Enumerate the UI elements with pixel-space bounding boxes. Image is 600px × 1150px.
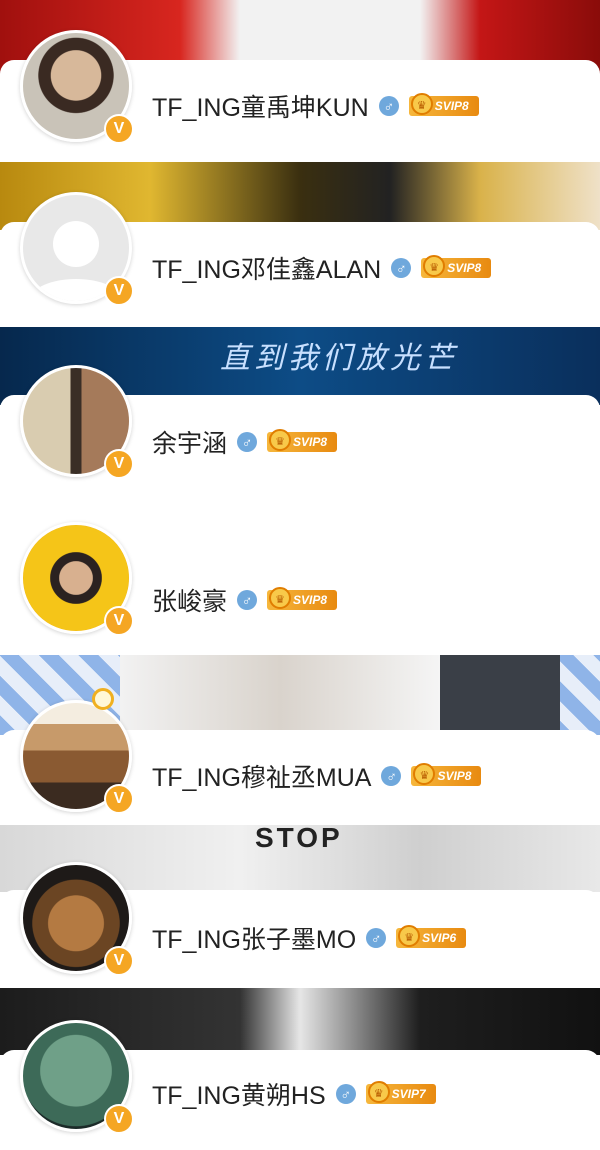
username[interactable]: TF_ING黄朔HS xyxy=(152,1076,326,1112)
male-icon: ♂ xyxy=(366,928,387,948)
crown-icon: ♛ xyxy=(269,587,292,609)
verified-badge-icon: V xyxy=(104,1104,134,1134)
banner-blue-text: 直到我们放光芒 xyxy=(220,341,458,376)
crown-icon: ♛ xyxy=(367,1081,390,1103)
svip-badge: ♛ SVIP7 xyxy=(365,1081,436,1104)
male-icon: ♂ xyxy=(335,1084,356,1104)
verified-badge-icon: V xyxy=(104,606,134,636)
default-user-icon xyxy=(53,221,99,267)
svip-badge: ♛ SVIP8 xyxy=(267,587,338,610)
avatar-frame-icon xyxy=(92,688,114,710)
svip-badge: ♛ SVIP8 xyxy=(408,93,479,116)
male-icon: ♂ xyxy=(391,258,412,278)
verified-badge-icon: V xyxy=(104,114,134,144)
crown-icon: ♛ xyxy=(398,925,421,947)
svip-badge: ♛ SVIP8 xyxy=(267,429,338,452)
username[interactable]: 余宇涵 xyxy=(152,424,227,460)
username[interactable]: TF_ING张子墨MO xyxy=(152,920,356,956)
username[interactable]: TF_ING邓佳鑫ALAN xyxy=(152,250,381,286)
male-icon: ♂ xyxy=(237,590,258,610)
crown-icon: ♛ xyxy=(410,93,433,115)
verified-badge-icon: V xyxy=(104,276,134,306)
crown-icon: ♛ xyxy=(423,255,446,277)
username[interactable]: TF_ING穆祉丞MUA xyxy=(152,758,371,794)
username[interactable]: TF_ING童禹坤KUN xyxy=(152,88,369,124)
username[interactable]: 张峻豪 xyxy=(152,582,227,618)
male-icon: ♂ xyxy=(237,432,258,452)
banner-grey-text: STOP xyxy=(255,822,343,853)
crown-icon: ♛ xyxy=(269,429,292,451)
verified-badge-icon: V xyxy=(104,946,134,976)
crown-icon: ♛ xyxy=(413,763,436,785)
svip-badge: ♛ SVIP6 xyxy=(396,925,467,948)
svip-badge: ♛ SVIP8 xyxy=(421,255,492,278)
verified-badge-icon: V xyxy=(104,784,134,814)
verified-badge-icon: V xyxy=(104,449,134,479)
male-icon: ♂ xyxy=(378,96,399,116)
male-icon: ♂ xyxy=(381,766,402,786)
svip-badge: ♛ SVIP8 xyxy=(411,763,482,786)
